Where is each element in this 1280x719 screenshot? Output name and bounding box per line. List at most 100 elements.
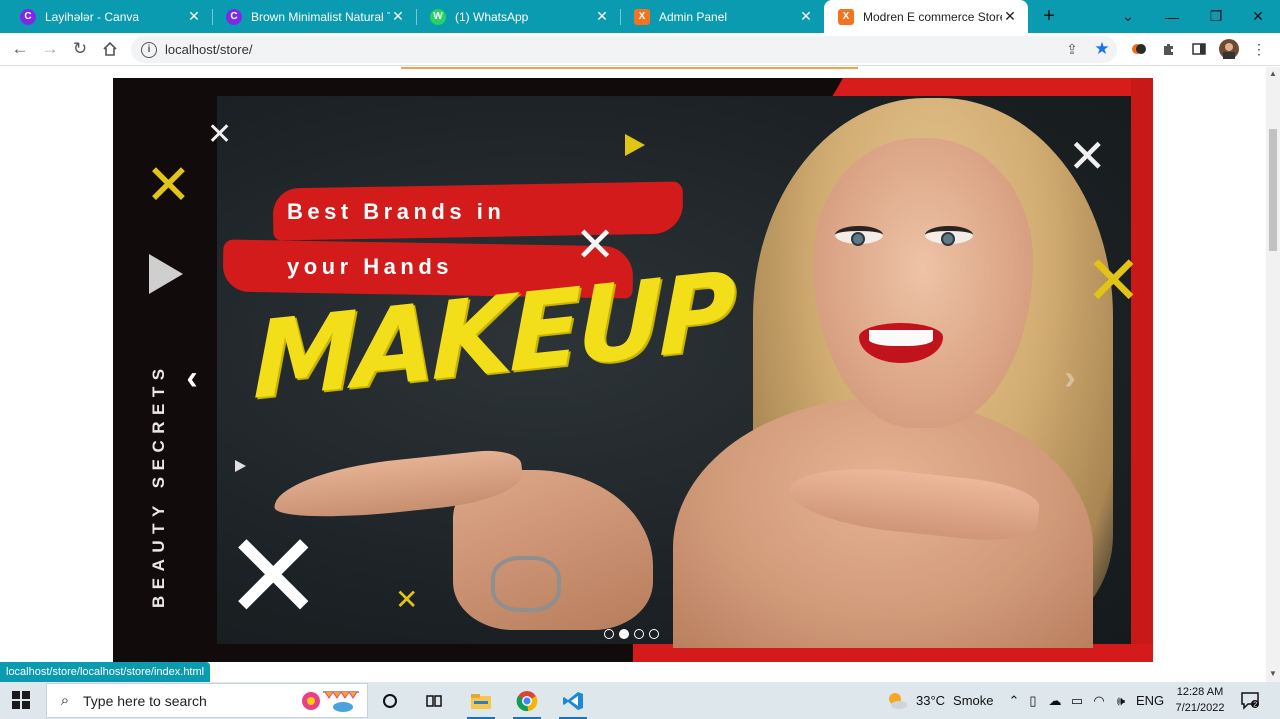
tab-title: (1) WhatsApp [455,9,529,24]
taskbar-clock[interactable]: 12:28 AM 7/21/2022 [1170,684,1230,716]
scrollbar-thumb[interactable] [1269,129,1277,251]
canva-favicon-icon: C [20,8,36,25]
home-icon[interactable] [98,37,122,61]
tab-title: Brown Minimalist Natural Tre [251,9,390,24]
carousel-prev-button[interactable]: ‹ [177,358,207,398]
close-tab-icon[interactable]: ✕ [186,8,202,25]
carousel-indicator-3[interactable] [634,629,644,639]
notification-center-icon[interactable]: 2 [1240,690,1260,710]
beauty-secrets-label: BEAUTY SECRETS [149,362,168,608]
white-x-mark-icon: ✕ [575,217,616,273]
tagline-line2: your Hands [287,254,454,279]
small-play-icon [235,460,246,472]
minimize-button[interactable]: — [1150,0,1194,33]
browser-tab-strip: C Layihələr - Canva ✕ C Brown Minimalist… [0,0,1280,33]
close-tab-icon[interactable]: ✕ [798,8,814,25]
carousel-next-button[interactable]: › [1055,358,1085,398]
canva-favicon-icon: C [226,8,242,25]
profile-avatar[interactable] [1218,38,1240,60]
tab-admin-panel[interactable]: X Admin Panel ✕ [620,0,824,33]
bookmark-star-icon[interactable]: ★ [1090,37,1114,61]
browser-toolbar: ← → ↻ i localhost/store/ ⇪ ★ ⋮ [0,33,1280,66]
close-window-button[interactable]: ✕ [1236,0,1280,33]
weather-temperature: 33°C [916,693,946,708]
carousel-indicator-1[interactable] [604,629,614,639]
address-bar[interactable]: i localhost/store/ [131,36,1117,63]
xampp-favicon-icon: X [838,8,854,25]
input-language-indicator[interactable]: ENG [1136,693,1164,708]
file-explorer-icon[interactable] [459,682,503,719]
tab-whatsapp[interactable]: W (1) WhatsApp ✕ [416,0,620,33]
chrome-icon[interactable] [505,682,549,719]
forward-button[interactable]: → [38,37,62,61]
search-highlight-decoration-icon [302,691,359,712]
tab-canva-projects[interactable]: C Layihələr - Canva ✕ [6,0,212,33]
link-status-url: localhost/store/localhost/store/index.ht… [0,662,211,682]
tab-canva-design[interactable]: C Brown Minimalist Natural Tre ✕ [212,0,416,33]
vscode-icon[interactable] [551,682,595,719]
scroll-down-arrow-icon[interactable]: ▼ [1266,667,1280,681]
tab-title: Admin Panel [659,9,728,24]
back-button[interactable]: ← [8,37,32,61]
search-placeholder: Type here to search [83,692,207,709]
extension-color-icon[interactable] [1128,38,1150,60]
menu-kebab-icon[interactable]: ⋮ [1248,38,1270,60]
battery-icon[interactable]: ▭ [1066,693,1088,709]
banner-red-frame [832,78,1153,96]
tab-title: Modren E commerce Store [863,9,1002,24]
tab-search-chevron-icon[interactable]: ⌄ [1106,0,1150,33]
share-icon[interactable]: ⇪ [1060,37,1084,61]
onedrive-cloud-icon[interactable]: ☁ [1044,693,1066,709]
weather-widget[interactable]: 33°C Smoke [886,682,994,719]
side-panel-icon[interactable] [1188,38,1210,60]
model-eye [835,226,883,246]
tagline-line1: Best Brands in [287,199,506,224]
tab-ecommerce-store[interactable]: X Modren E commerce Store ✕ [824,0,1028,33]
white-x-mark-icon: ✕ [1068,129,1107,183]
site-info-icon[interactable]: i [141,41,157,58]
gray-play-icon [149,254,183,294]
new-tab-button[interactable]: + [1037,4,1061,28]
white-x-splash-icon: ✕ [223,508,324,647]
hero-carousel: BEAUTY SECRETS Best Brands in your Hands… [113,78,1153,662]
windows-taskbar: ⌕ Type here to search 33°C Smoke ⌃ ▯ ☁ ▭… [0,682,1280,719]
yellow-x-mark-icon: ✕ [1085,242,1142,321]
search-icon: ⌕ [60,692,70,709]
system-tray: ⌃ ▯ ☁ ▭ ◠ 🕪 ENG [1006,682,1165,719]
model-teeth [869,330,933,346]
reload-button[interactable]: ↻ [68,37,92,61]
meet-now-icon[interactable]: ▯ [1022,693,1044,709]
page-scrollbar[interactable]: ▲ ▼ [1266,67,1280,682]
carousel-indicator-2[interactable] [619,629,629,639]
close-tab-icon[interactable]: ✕ [390,8,406,25]
wifi-icon[interactable]: ◠ [1088,693,1110,709]
white-x-mark-icon: ✕ [207,117,233,152]
speaker-volume-icon[interactable]: 🕪 [1110,693,1132,709]
clock-date: 7/21/2022 [1175,702,1225,714]
close-tab-icon[interactable]: ✕ [594,8,610,25]
page-content: BEAUTY SECRETS Best Brands in your Hands… [0,67,1266,662]
svg-text:2: 2 [1253,702,1257,709]
yellow-x-mark-icon: ✕ [395,583,419,616]
carousel-indicator-4[interactable] [649,629,659,639]
tab-title: Layihələr - Canva [45,9,140,24]
banner-red-frame [1131,78,1153,662]
restore-button[interactable]: ❐ [1194,0,1238,33]
model-bracelet [491,556,561,612]
windows-start-button[interactable] [12,691,30,709]
carousel-indicators [604,629,659,639]
nav-underline [401,67,858,69]
scroll-up-arrow-icon[interactable]: ▲ [1266,67,1280,81]
close-tab-icon[interactable]: ✕ [1002,8,1018,25]
task-view-icon[interactable] [412,682,456,719]
yellow-play-icon [625,134,645,156]
weather-description: Smoke [953,693,994,708]
model-eye [925,226,973,246]
xampp-favicon-icon: X [634,8,650,25]
weather-sun-cloud-icon [889,692,907,709]
extensions-puzzle-icon[interactable] [1158,38,1180,60]
yellow-x-mark-icon: ✕ [145,153,192,218]
taskbar-search-box[interactable]: ⌕ Type here to search [46,683,368,718]
cortana-icon[interactable] [368,682,412,719]
show-hidden-icons-chevron-icon[interactable]: ⌃ [1006,693,1022,709]
